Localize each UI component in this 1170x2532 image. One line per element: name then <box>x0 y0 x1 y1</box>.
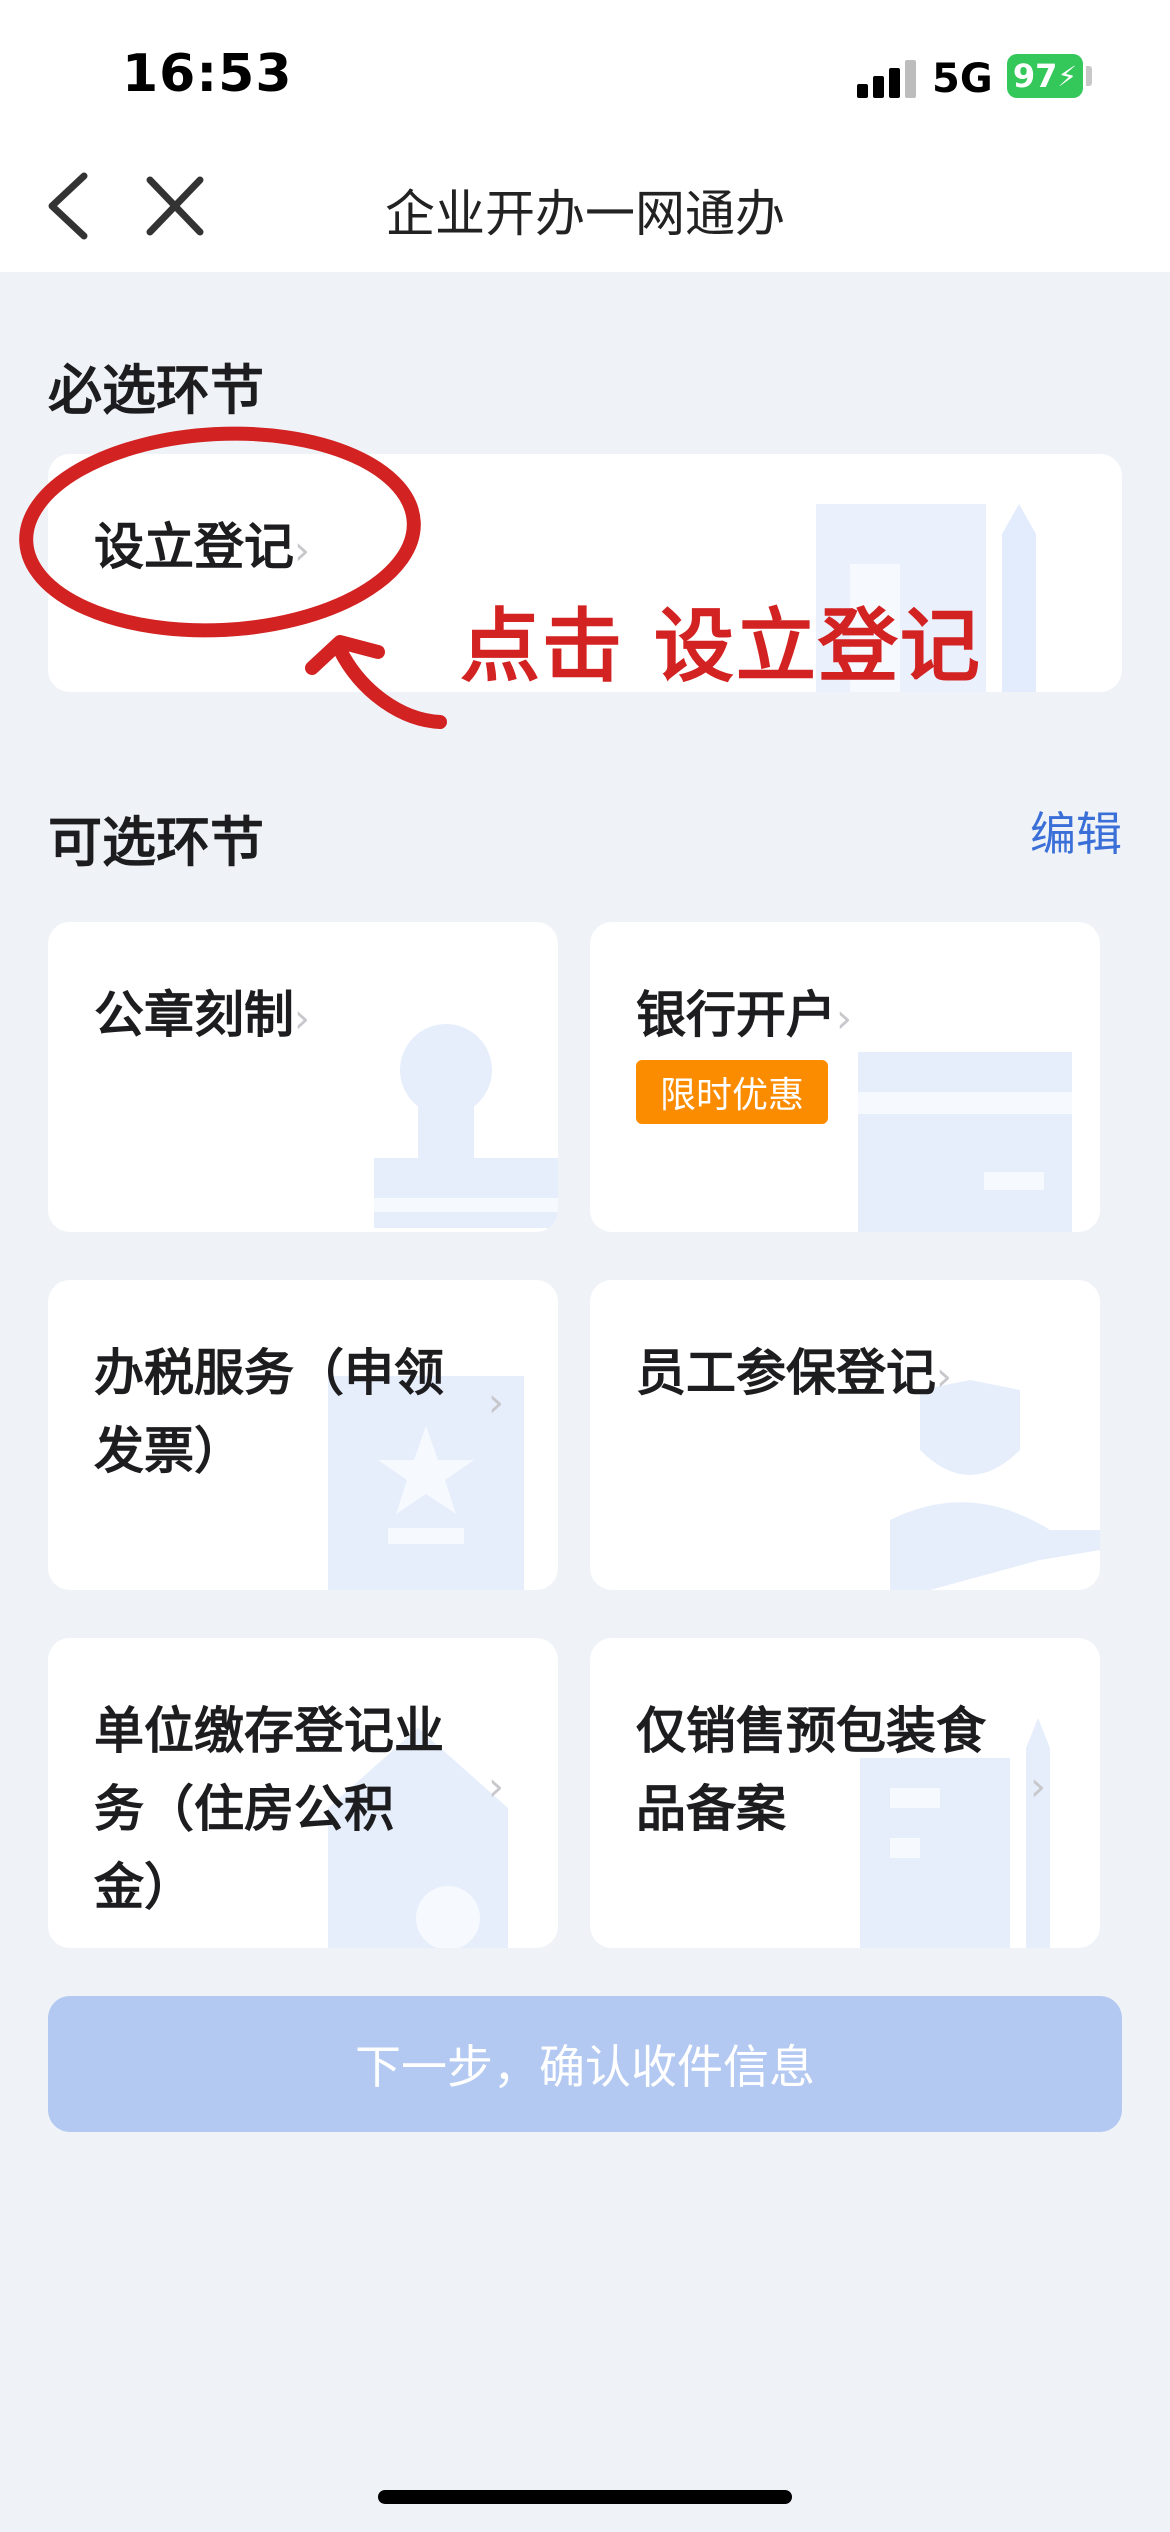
annotation-circle-arrow <box>19 426 447 729</box>
card-label: 办税服务（申领 发票） <box>94 1344 444 1480</box>
promo-badge: 限时优惠 <box>636 1060 829 1124</box>
card-employee-insurance[interactable]: 员工参保登记› <box>590 1280 1100 1590</box>
chevron-right-icon: › <box>488 1380 504 1426</box>
chevron-right-icon: › <box>1030 1764 1046 1810</box>
chevron-right-icon: › <box>294 996 310 1042</box>
card-label: 单位缴存登记业 务（住房公积 金） <box>94 1702 444 1916</box>
card-tax-service[interactable]: 办税服务（申领 发票） › <box>48 1280 558 1590</box>
annotation-text: 点击 设立登记 <box>460 600 982 693</box>
page-title: 企业开办一网通办 <box>385 185 785 243</box>
optional-section-title: 可选环节 <box>48 811 264 874</box>
battery-tip <box>1086 66 1092 86</box>
home-indicator[interactable] <box>378 2490 792 2504</box>
status-time: 16:53 <box>122 44 293 104</box>
battery-level: 97 <box>1012 57 1058 95</box>
card-label: 仅销售预包装食 品备案 <box>636 1702 986 1838</box>
card-label: 银行开户› <box>636 986 852 1044</box>
card-label: 员工参保登记› <box>636 1344 952 1402</box>
chevron-right-icon: › <box>488 1764 504 1810</box>
navigation-bar: 企业开办一网通办 <box>0 140 1170 272</box>
card-seal-engraving[interactable]: 公章刻制› <box>48 922 558 1232</box>
edit-button[interactable]: 编辑 <box>1030 798 1122 864</box>
card-housing-fund[interactable]: 单位缴存登记业 务（住房公积 金） › <box>48 1638 558 1948</box>
card-bank-account[interactable]: 银行开户› 限时优惠 <box>590 922 1100 1232</box>
card-label: 公章刻制› <box>94 986 310 1044</box>
card-food-filing[interactable]: 仅销售预包装食 品备案 › <box>590 1638 1100 1948</box>
chevron-right-icon: › <box>836 996 852 1042</box>
battery-icon: 97 ⚡ <box>1007 54 1083 98</box>
bank-card-illustration-icon <box>858 1052 1072 1232</box>
required-section-title: 必选环节 <box>48 359 264 422</box>
network-type: 5G <box>932 56 993 102</box>
signal-icon <box>857 58 917 98</box>
next-step-button[interactable]: 下一步，确认收件信息 <box>48 1996 1122 2132</box>
chevron-right-icon: › <box>936 1354 952 1400</box>
status-bar: 16:53 5G 97 ⚡ <box>0 0 1170 140</box>
stamp-illustration-icon <box>374 1024 558 1228</box>
